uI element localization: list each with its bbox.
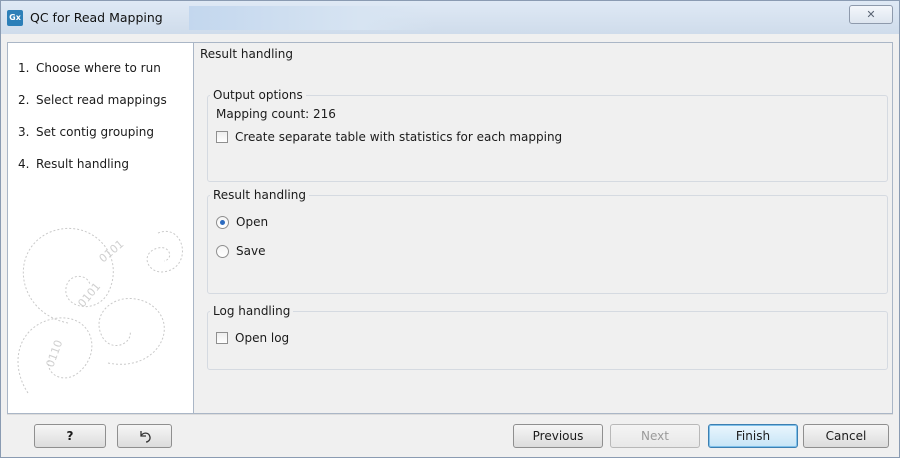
save-radio[interactable] — [216, 244, 229, 258]
step-select-read-mappings: 2. Select read mappings — [18, 93, 167, 107]
button-bar: ? Previous Next Finish Cancel — [7, 414, 893, 455]
open-label: Open — [236, 215, 269, 229]
save-option[interactable]: Save — [216, 244, 265, 258]
previous-button[interactable]: Previous — [513, 424, 603, 448]
open-radio[interactable] — [216, 215, 229, 229]
save-label: Save — [236, 244, 266, 258]
dialog-window: Gx QC for Read Mapping ✕ 1. Choose where … — [0, 0, 900, 458]
mapping-count-text: Mapping count: 216 — [216, 107, 336, 121]
log-handling-label: Log handling — [210, 304, 294, 318]
open-log-option[interactable]: Open log — [216, 331, 289, 345]
cancel-button[interactable]: Cancel — [803, 424, 889, 448]
reset-arrow-icon — [139, 431, 151, 443]
separate-table-label: Create separate table with statistics fo… — [235, 130, 563, 144]
panel-title: Result handling — [200, 47, 293, 61]
step-result-handling: 4. Result handling — [18, 157, 129, 171]
next-button[interactable]: Next — [610, 424, 700, 448]
step-number: 3. — [18, 125, 30, 139]
step-number: 2. — [18, 93, 30, 107]
finish-button[interactable]: Finish — [708, 424, 798, 448]
reset-button[interactable] — [117, 424, 172, 448]
help-button[interactable]: ? — [34, 424, 106, 448]
output-options-label: Output options — [210, 88, 306, 102]
separate-table-checkbox[interactable] — [216, 131, 228, 143]
result-handling-label: Result handling — [210, 188, 309, 202]
title-bar: Gx QC for Read Mapping ✕ — [1, 1, 899, 34]
svg-text:0101: 0101 — [97, 237, 127, 265]
step-number: 1. — [18, 61, 30, 75]
step-label: Choose where to run — [36, 61, 161, 75]
separate-table-option[interactable]: Create separate table with statistics fo… — [216, 130, 562, 144]
open-log-label: Open log — [235, 331, 290, 345]
app-icon: Gx — [7, 10, 23, 26]
open-log-checkbox[interactable] — [216, 332, 228, 344]
wizard-steps-panel: 1. Choose where to run 2. Select read mapp… — [7, 42, 194, 414]
step-label: Select read mappings — [36, 93, 167, 107]
step-set-contig-grouping: 3. Set contig grouping — [18, 125, 154, 139]
title-bar-highlight — [189, 6, 434, 30]
step-number: 4. — [18, 157, 30, 171]
output-options-group: Output options Mapping count: 216 Create… — [207, 88, 888, 182]
result-handling-panel: Result handling Output options Mapping c… — [194, 42, 893, 414]
spiral-decoration-image: 0101 0101 0110 — [17, 227, 183, 394]
step-label: Set contig grouping — [36, 125, 154, 139]
window-title: QC for Read Mapping — [30, 10, 163, 25]
log-handling-group: Log handling Open log — [207, 304, 888, 370]
svg-text:0110: 0110 — [44, 338, 66, 369]
open-option[interactable]: Open — [216, 215, 268, 229]
step-choose-where-to-run: 1. Choose where to run — [18, 61, 161, 75]
result-handling-group: Result handling Open Save — [207, 188, 888, 294]
step-label: Result handling — [36, 157, 129, 171]
close-button[interactable]: ✕ — [849, 5, 893, 24]
dialog-body: 1. Choose where to run 2. Select read mapp… — [7, 34, 893, 451]
svg-text:0101: 0101 — [75, 280, 103, 310]
mapping-count-value: Mapping count: 216 — [216, 107, 336, 121]
